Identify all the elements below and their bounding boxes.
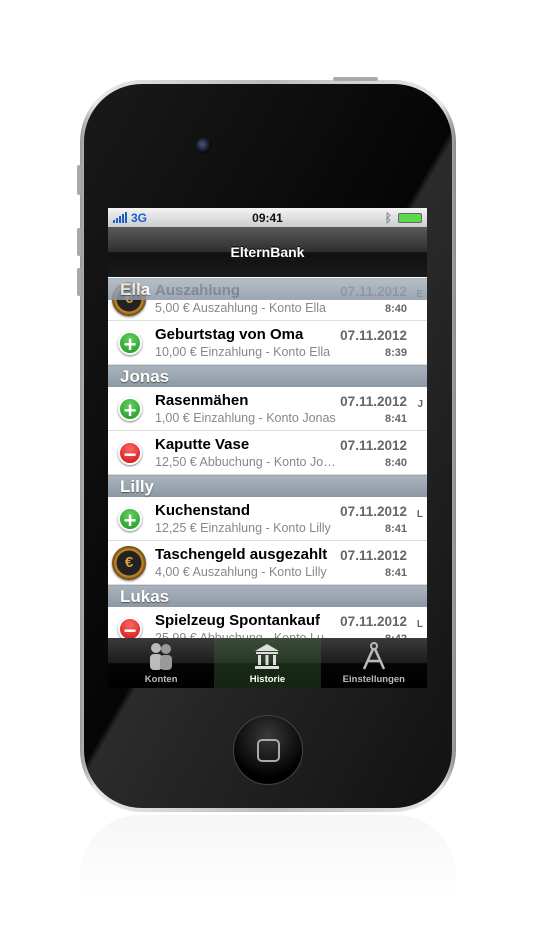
tab-label: Historie	[249, 674, 286, 685]
battery-icon	[398, 212, 422, 223]
status-bar: 3G 09:41 ᛒ	[108, 208, 427, 227]
transaction-time: 8:40	[384, 457, 407, 469]
front-camera	[196, 138, 212, 154]
tab-historie[interactable]: Historie	[214, 638, 321, 688]
section-index-letter[interactable]: L	[417, 509, 423, 520]
transaction-row[interactable]: + Geburtstag von Oma 10,00 € Einzahlung …	[108, 321, 427, 365]
transaction-subtitle: 1,00 € Einzahlung - Konto Jonas	[155, 411, 336, 425]
tab-bar: Konten Historie Einstellungen	[108, 638, 427, 688]
transaction-date: 07.11.2012	[340, 394, 407, 409]
transaction-date: 07.11.2012	[340, 504, 407, 519]
section-header-sticky: Ella	[108, 278, 427, 300]
transaction-title: Taschengeld ausgezahlt	[155, 546, 328, 563]
people-icon	[148, 642, 174, 670]
transaction-row[interactable]: − Kaputte Vase 12,50 € Abbuchung - Konto…	[108, 431, 427, 475]
transaction-subtitle: 25,99 € Abbuchung - Konto Lu…	[155, 631, 337, 638]
section-header: Lukas	[108, 585, 427, 607]
transaction-title: Geburtstag von Oma	[155, 326, 304, 343]
transaction-row[interactable]: − Spielzeug Spontankauf 25,99 € Abbuchun…	[108, 607, 427, 638]
volume-up-button	[77, 228, 81, 256]
transaction-time: 8:40	[384, 303, 407, 315]
transaction-date: 07.11.2012	[340, 548, 407, 563]
section-index-letter[interactable]: J	[417, 399, 423, 410]
transaction-title: Kaputte Vase	[155, 436, 250, 453]
transaction-time: 8:39	[384, 347, 407, 359]
transaction-subtitle: 12,50 € Abbuchung - Konto Jo…	[155, 455, 336, 469]
transaction-subtitle: 5,00 € Auszahlung - Konto Ella	[155, 301, 326, 315]
transaction-time: 8:41	[384, 413, 407, 425]
minus-circle-icon: −	[118, 441, 142, 466]
mute-switch	[77, 165, 81, 195]
nav-title: ElternBank	[230, 244, 305, 260]
transaction-subtitle: 4,00 € Auszahlung - Konto Lilly	[155, 565, 327, 579]
plus-circle-icon: +	[118, 507, 142, 532]
transaction-title: Rasenmähen	[155, 392, 249, 409]
home-button[interactable]	[233, 715, 303, 785]
tab-label: Einstellungen	[342, 674, 405, 685]
volume-down-button	[77, 268, 81, 296]
transaction-subtitle: 10,00 € Einzahlung - Konto Ella	[155, 345, 331, 359]
transaction-row[interactable]: + Kuchenstand 12,25 € Einzahlung - Konto…	[108, 497, 427, 541]
transaction-date: 07.11.2012	[340, 328, 407, 343]
plus-circle-icon: +	[118, 397, 142, 422]
plus-circle-icon: +	[118, 331, 142, 356]
tab-einstellungen[interactable]: Einstellungen	[321, 638, 427, 688]
bank-icon	[253, 642, 281, 670]
transaction-title: Spielzeug Spontankauf	[155, 612, 321, 629]
screen: 3G 09:41 ᛒ ElternBank Ella € Auszahlung …	[108, 208, 427, 688]
transaction-time: 8:41	[384, 567, 407, 579]
transaction-time: 8:41	[384, 523, 407, 535]
compass-icon	[361, 642, 387, 670]
transaction-date: 07.11.2012	[340, 438, 407, 453]
section-index-letter[interactable]: L	[417, 619, 423, 630]
clock: 09:41	[252, 210, 283, 225]
tab-label: Konten	[144, 674, 178, 685]
minus-circle-icon: −	[118, 617, 142, 638]
phone-reflection	[80, 815, 456, 948]
power-button	[333, 77, 378, 81]
transaction-row[interactable]: + Rasenmähen 1,00 € Einzahlung - Konto J…	[108, 387, 427, 431]
transaction-subtitle: 12,25 € Einzahlung - Konto Lilly	[155, 521, 331, 535]
piggy-coin-icon: €	[112, 546, 146, 580]
section-header: Jonas	[108, 365, 427, 387]
tab-konten[interactable]: Konten	[108, 638, 214, 688]
history-list[interactable]: Ella € Auszahlung 5,00 € Auszahlung - Ko…	[108, 277, 427, 638]
transaction-title: Kuchenstand	[155, 502, 251, 519]
section-header: Lilly	[108, 475, 427, 497]
transaction-row[interactable]: € Taschengeld ausgezahlt 4,00 € Auszahlu…	[108, 541, 427, 585]
nav-bar: ElternBank	[108, 227, 427, 277]
transaction-date: 07.11.2012	[340, 614, 407, 629]
